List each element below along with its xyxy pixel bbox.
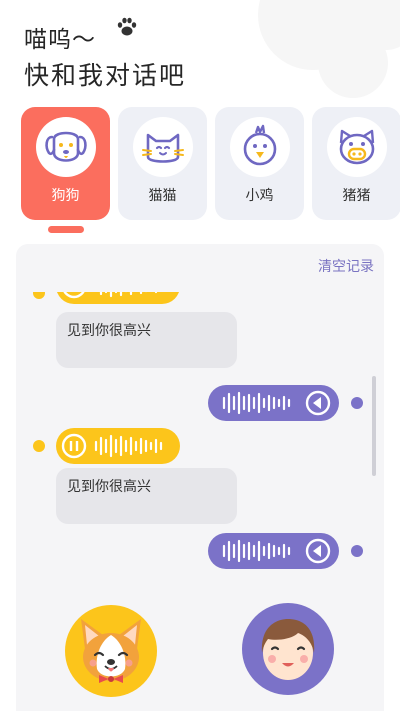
waveform-icon xyxy=(63,292,158,299)
animal-card-pig[interactable]: 猪猪 xyxy=(312,107,400,220)
clear-history-button[interactable]: 清空记录 xyxy=(318,256,374,276)
dog-icon xyxy=(45,131,87,162)
header: 喵呜～ 快和我对话吧 xyxy=(0,0,400,100)
pig-icon xyxy=(339,129,375,165)
unread-dot xyxy=(351,397,363,409)
dog-icon-circle xyxy=(36,117,96,177)
animal-text-message: 见到你很高兴 xyxy=(56,312,237,368)
animal-card-label: 小鸡 xyxy=(245,188,274,204)
animal-text-message: 见到你很高兴 xyxy=(56,468,237,524)
animal-voice-message[interactable] xyxy=(56,428,180,464)
page-title-line1: 喵呜～ xyxy=(24,27,96,53)
cat-icon xyxy=(142,133,184,163)
human-voice-message[interactable] xyxy=(208,385,339,421)
chat-list[interactable]: 见到你很高兴 见到你很高兴 xyxy=(16,292,384,592)
cat-icon-circle xyxy=(133,117,193,177)
chat-scrollbar[interactable] xyxy=(372,376,376,476)
boy-avatar-icon xyxy=(261,619,315,680)
chat-panel: 清空记录 见到你很高兴 见到你很高兴 xyxy=(16,244,384,711)
message-text: 见到你很高兴 xyxy=(67,479,151,495)
animal-selector: 狗狗 猫猫 小鸡 猪猪 xyxy=(21,107,400,237)
animal-card-chick[interactable]: 小鸡 xyxy=(215,107,304,220)
human-avatar-button[interactable] xyxy=(242,603,334,695)
unread-dot xyxy=(351,545,363,557)
animal-voice-message[interactable] xyxy=(56,292,180,304)
active-indicator xyxy=(48,226,84,233)
chick-icon xyxy=(243,124,277,166)
unread-dot xyxy=(33,292,45,299)
animal-card-dog[interactable]: 狗狗 xyxy=(21,107,110,220)
page-title-line2: 快和我对话吧 xyxy=(24,61,187,90)
waveform-icon xyxy=(222,390,331,416)
animal-card-label: 猪猪 xyxy=(342,188,371,204)
animal-card-label: 猫猫 xyxy=(148,188,177,204)
pig-icon-circle xyxy=(327,117,387,177)
animal-card-cat[interactable]: 猫猫 xyxy=(118,107,207,220)
paw-icon xyxy=(117,17,137,36)
message-text: 见到你很高兴 xyxy=(67,323,151,339)
corgi-avatar-icon xyxy=(81,619,141,683)
human-voice-message[interactable] xyxy=(208,533,339,569)
chick-icon-circle xyxy=(230,117,290,177)
waveform-icon xyxy=(61,433,163,459)
waveform-icon xyxy=(222,538,331,564)
animal-avatar-button[interactable] xyxy=(65,605,157,697)
animal-card-label: 狗狗 xyxy=(51,188,80,204)
unread-dot xyxy=(33,440,45,452)
